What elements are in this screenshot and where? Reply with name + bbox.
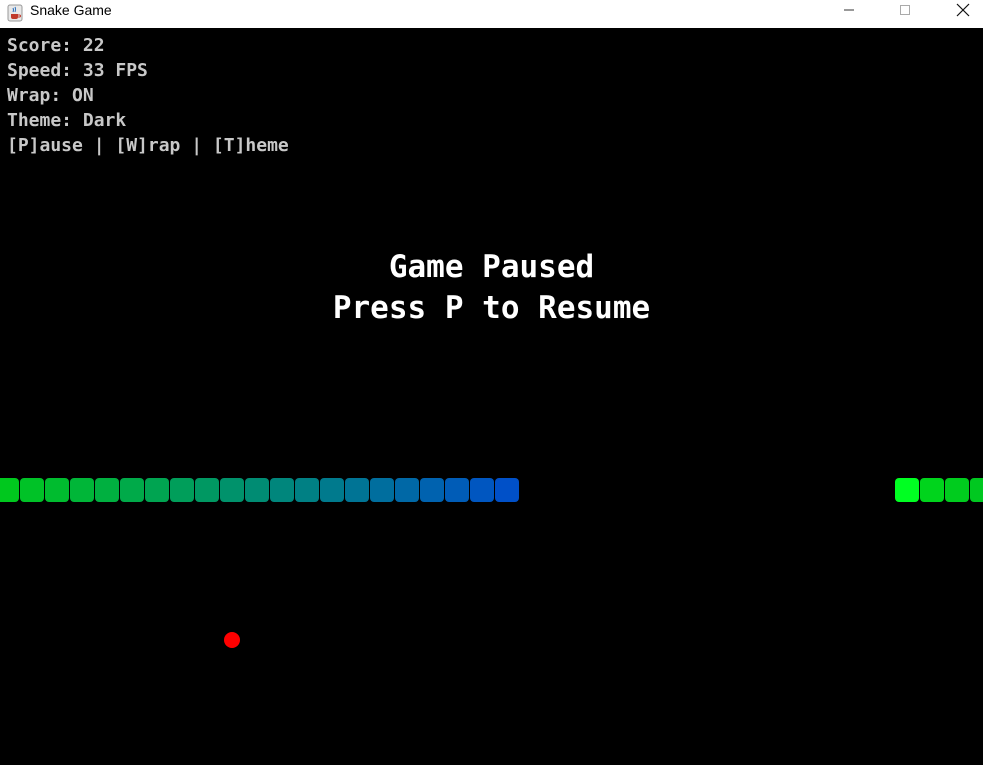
maximize-icon [900, 5, 910, 15]
snake-segment [195, 478, 219, 502]
snake-segment [420, 478, 444, 502]
theme-label: Theme: Dark [7, 110, 127, 131]
close-icon [956, 3, 970, 17]
controls-hint: [P]ause | [W]rap | [T]heme [7, 135, 289, 156]
snake-segment [445, 478, 469, 502]
minimize-button[interactable] [826, 0, 872, 20]
snake-segment [395, 478, 419, 502]
wrap-label: Wrap: ON [7, 85, 94, 106]
snake-segment [945, 478, 969, 502]
minimize-icon [844, 9, 854, 11]
snake [0, 478, 983, 502]
food-apple [224, 632, 240, 648]
window-title: Snake Game [30, 2, 112, 18]
snake-segment [20, 478, 44, 502]
snake-segment [70, 478, 94, 502]
snake-segment [970, 478, 983, 502]
snake-segment [920, 478, 944, 502]
snake-segment [345, 478, 369, 502]
snake-segment [45, 478, 69, 502]
snake-segment [470, 478, 494, 502]
snake-segment [95, 478, 119, 502]
snake-segment [495, 478, 519, 502]
snake-segment [220, 478, 244, 502]
paused-title: Game Paused [388, 249, 595, 285]
snake-segment [320, 478, 344, 502]
snake-segment [170, 478, 194, 502]
score-label: Score: 22 [7, 35, 105, 56]
close-button[interactable] [940, 0, 983, 20]
snake-segment [370, 478, 394, 502]
title-bar[interactable]: Snake Game [0, 0, 983, 28]
game-canvas[interactable]: Score: 22 Speed: 33 FPS Wrap: ON Theme: … [0, 28, 983, 765]
snake-segment [270, 478, 294, 502]
snake-segment [120, 478, 144, 502]
snake-segment [245, 478, 269, 502]
maximize-button[interactable] [882, 0, 928, 20]
game-window: Snake Game Score: 22 Speed: 33 FPS Wrap:… [0, 0, 983, 765]
snake-head [895, 478, 919, 502]
java-coffee-icon [7, 4, 23, 22]
resume-hint: Press P to Resume [332, 290, 651, 326]
snake-segment [0, 478, 19, 502]
snake-segment [145, 478, 169, 502]
speed-label: Speed: 33 FPS [7, 60, 148, 81]
snake-segment [295, 478, 319, 502]
